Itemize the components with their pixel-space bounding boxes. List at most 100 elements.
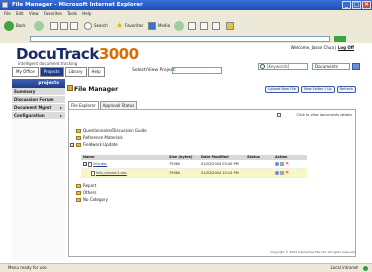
folder-icon [76, 128, 81, 133]
home-icon [70, 22, 78, 30]
table-row[interactable]: Info_version1.doc 79360 01/03/2004 10:15… [81, 169, 307, 178]
media-icon [148, 22, 156, 30]
page-title: File Manager [74, 86, 119, 93]
check-out-icon[interactable] [275, 171, 279, 175]
folder-item[interactable]: Reference Materials [76, 135, 123, 140]
search-input[interactable]: [Keywords] [258, 63, 308, 70]
tab-my-office[interactable]: My Office [12, 67, 39, 77]
copyright: Copyright © 2004 Interactive Pte Ltd. Al… [269, 250, 356, 254]
file-link[interactable]: Info.doc [93, 162, 107, 166]
sidebar-item-configuration[interactable]: Configuration ▸ [12, 112, 65, 120]
mail-icon [188, 22, 196, 30]
folder-icon [76, 135, 81, 140]
folder-icon [76, 190, 81, 195]
upload-file-button[interactable]: Upload New File [265, 86, 300, 93]
refresh-button[interactable]: Refresh [336, 86, 356, 93]
menu-help[interactable]: Help [82, 10, 91, 17]
edit-button[interactable] [212, 21, 220, 31]
maximize-button[interactable]: □ [352, 1, 361, 9]
back-button[interactable]: Back [4, 21, 26, 31]
word-doc-icon [91, 170, 95, 176]
download-icon[interactable] [280, 171, 284, 175]
welcome-text: Welcome, Jason Chua | Log Off [290, 45, 354, 50]
refresh-icon [60, 22, 68, 30]
chevron-right-icon: ▸ [59, 113, 62, 118]
mail-button[interactable] [188, 21, 196, 31]
view-project-label: Select/View Project: [132, 68, 177, 73]
check-out-icon[interactable] [275, 162, 279, 166]
go-button[interactable] [334, 36, 346, 42]
favorites-button[interactable]: ★ Favorites [116, 21, 143, 31]
forward-button[interactable] [34, 21, 44, 31]
folder-button[interactable] [226, 21, 234, 31]
file-link[interactable]: Info_version1.doc [96, 171, 127, 175]
minimize-button[interactable]: _ [342, 1, 351, 9]
delete-icon[interactable]: ✕ [285, 171, 289, 176]
sidebar: projects Summary Discussion Forum Docume… [12, 79, 65, 261]
back-arrow-icon [4, 21, 14, 31]
folder-item[interactable]: Questionnaire/Discussion Guide [76, 128, 147, 133]
file-explorer-panel: Click to view documents details Question… [68, 109, 356, 257]
print-button[interactable] [200, 21, 208, 31]
folder-open-icon [76, 142, 81, 147]
download-icon[interactable] [280, 162, 284, 166]
history-button[interactable] [174, 21, 184, 31]
word-doc-icon [88, 161, 93, 167]
sidebar-item-document-mgmt[interactable]: Document Mgmt ▸ [12, 104, 65, 112]
search-go-button[interactable] [352, 63, 360, 70]
project-select[interactable] [172, 67, 222, 74]
sidebar-heading: projects [12, 79, 65, 88]
folder-item[interactable]: No Category [76, 197, 108, 202]
tab-projects[interactable]: Projects [39, 67, 64, 77]
search-icon [260, 64, 265, 69]
folder-icon [76, 183, 81, 188]
menu-tools[interactable]: Tools [67, 10, 77, 17]
file-table: Name Size (bytes) Date Modified Status A… [81, 155, 307, 178]
tab-library[interactable]: Library [64, 67, 87, 77]
click-hint: Click to view documents details [296, 113, 352, 117]
ie-icon [2, 2, 8, 8]
address-input[interactable] [30, 36, 330, 42]
menu-view[interactable]: View [29, 10, 39, 17]
edit-icon [212, 22, 220, 30]
close-button[interactable]: × [362, 1, 371, 9]
delete-icon[interactable]: ✕ [285, 162, 289, 167]
menu-edit[interactable]: Edit [16, 10, 24, 17]
new-folder-button[interactable]: New Folder / Up [301, 86, 335, 93]
stop-button[interactable] [50, 21, 58, 31]
folder-icon [76, 197, 81, 202]
folder-icon [226, 22, 234, 30]
history-icon [174, 21, 184, 31]
window-title: File Manager - Microsoft Internet Explor… [12, 2, 143, 8]
logoff-link[interactable]: Log Off [338, 45, 354, 50]
home-button[interactable] [70, 21, 78, 31]
media-button[interactable]: Media [148, 21, 170, 31]
app-header: DocuTrack3000 intelligent document track… [0, 43, 372, 77]
window-controls: _ □ × [342, 1, 371, 9]
menu-file[interactable]: File [4, 10, 11, 17]
collapse-icon[interactable]: − [83, 162, 87, 166]
folder-item[interactable]: Report [76, 183, 96, 188]
star-icon: ★ [116, 21, 124, 30]
forward-arrow-icon [34, 21, 44, 31]
sidebar-item-summary[interactable]: Summary [12, 88, 65, 96]
tab-help[interactable]: Help [87, 67, 105, 77]
file-manager-icon [67, 85, 73, 91]
main-content: File Manager Upload New File New Folder … [66, 79, 360, 261]
search-button[interactable]: Search [84, 21, 108, 31]
refresh-button[interactable] [60, 21, 68, 31]
print-icon [200, 22, 208, 30]
sidebar-item-discussion-forum[interactable]: Discussion Forum [12, 96, 65, 104]
folder-item-expanded[interactable]: − Fieldwork Update [70, 142, 118, 147]
main-nav: My Office Projects Library Help [12, 67, 105, 77]
collapse-icon[interactable]: − [70, 142, 74, 147]
search-scope-select[interactable]: Documents [312, 63, 350, 70]
search-icon [84, 22, 92, 30]
intranet-icon [363, 266, 368, 271]
menu-favorites[interactable]: Favorites [44, 10, 62, 17]
stop-icon [50, 22, 58, 30]
folder-item[interactable]: Others [76, 190, 96, 195]
browser-toolbar: Back Search ★ Favorites Media [0, 17, 372, 36]
table-row[interactable]: − Info.doc 79360 01/03/2004 03:40 PM ✕ [81, 160, 307, 169]
chevron-right-icon: ▸ [59, 105, 62, 110]
